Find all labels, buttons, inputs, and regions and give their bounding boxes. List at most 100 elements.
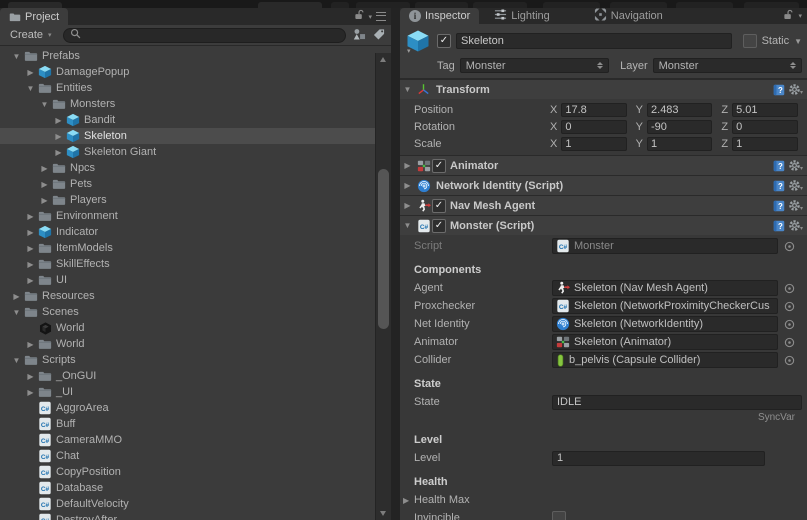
search-by-label-icon[interactable]: [373, 28, 385, 43]
scroll-up-icon[interactable]: [380, 57, 387, 62]
position-y-field[interactable]: [647, 102, 713, 117]
animator-object-field[interactable]: Skeleton (Animator): [552, 334, 778, 350]
object-picker-icon[interactable]: [784, 355, 795, 366]
tree-item-entities[interactable]: ▼ Entities: [0, 80, 391, 96]
gear-icon[interactable]: ▾: [788, 219, 803, 232]
tree-item-chat[interactable]: C# Chat: [0, 448, 391, 464]
tree-item-scenes[interactable]: ▼ Scenes: [0, 304, 391, 320]
gameobject-icon[interactable]: ▾: [406, 29, 432, 55]
static-checkbox[interactable]: [742, 34, 757, 48]
component-header-animator[interactable]: ▶ ✓ Animator? ▾: [400, 155, 807, 175]
tree-item-database[interactable]: C# Database: [0, 480, 391, 496]
foldout-closed-icon[interactable]: ▶: [24, 276, 37, 285]
foldout-closed-icon[interactable]: ▶: [24, 212, 37, 221]
tag-dropdown[interactable]: Monster: [459, 58, 610, 73]
scale-y-field[interactable]: [647, 136, 713, 151]
lock-icon[interactable]: [783, 9, 794, 24]
foldout-closed-icon[interactable]: ▶: [52, 132, 65, 141]
script-object-field[interactable]: C# Monster: [552, 238, 778, 254]
tree-item-destroyafter[interactable]: C#DestroyAfter: [0, 512, 391, 520]
gameobject-name-input[interactable]: [456, 33, 732, 49]
agent-object-field[interactable]: Skeleton (Nav Mesh Agent): [552, 280, 778, 296]
foldout-closed-icon[interactable]: ▶: [24, 244, 37, 253]
panel-divider[interactable]: [391, 8, 400, 520]
tab-navigation[interactable]: Navigation: [585, 8, 672, 24]
tree-item-ui[interactable]: ▶ _UI: [0, 384, 391, 400]
foldout-closed-icon[interactable]: ▶: [52, 148, 65, 157]
invincible-checkbox[interactable]: [552, 511, 566, 520]
static-dropdown-icon[interactable]: ▼: [794, 37, 802, 46]
rotation-z-field[interactable]: [732, 119, 799, 134]
foldout-closed-icon[interactable]: ▶: [38, 164, 51, 173]
help-icon[interactable]: ?: [773, 160, 785, 172]
foldout-open-icon[interactable]: ▼: [400, 85, 415, 94]
collider-object-field[interactable]: b_pelvis (Capsule Collider): [552, 352, 778, 368]
scale-x-field[interactable]: [561, 136, 627, 151]
tree-item-aggroarea[interactable]: C# AggroArea: [0, 400, 391, 416]
foldout-closed-icon[interactable]: ▶: [10, 292, 23, 301]
tree-item-buff[interactable]: C# Buff: [0, 416, 391, 432]
foldout-closed-icon[interactable]: ▶: [24, 228, 37, 237]
create-button[interactable]: Create ▾: [6, 28, 56, 42]
foldout-open-icon[interactable]: ▼: [400, 221, 415, 230]
tree-item-pets[interactable]: ▶ Pets: [0, 176, 391, 192]
help-icon[interactable]: ?: [773, 180, 785, 192]
tree-item-ongui[interactable]: ▶ _OnGUI: [0, 368, 391, 384]
scrollbar-thumb[interactable]: [378, 169, 390, 329]
component-enabled-checkbox[interactable]: ✓: [432, 158, 446, 173]
rotation-y-field[interactable]: [647, 119, 713, 134]
component-enabled-checkbox[interactable]: ✓: [432, 198, 446, 213]
gear-icon[interactable]: ▾: [788, 83, 803, 96]
object-picker-icon[interactable]: [784, 241, 795, 252]
level-input[interactable]: [552, 450, 765, 466]
net-identity-object-field[interactable]: Skeleton (NetworkIdentity): [552, 316, 778, 332]
tree-item-players[interactable]: ▶ Players: [0, 192, 391, 208]
tree-item-resources[interactable]: ▶ Resources: [0, 288, 391, 304]
rotation-x-field[interactable]: [561, 119, 627, 134]
panel-menu-arrow-icon[interactable]: ▾: [798, 12, 802, 20]
layer-dropdown[interactable]: Monster: [652, 58, 802, 73]
foldout-closed-icon[interactable]: ▶: [24, 388, 37, 397]
foldout-open-icon[interactable]: ▼: [24, 84, 37, 93]
tree-item-ui[interactable]: ▶ UI: [0, 272, 391, 288]
position-x-field[interactable]: [561, 102, 627, 117]
object-picker-icon[interactable]: [784, 337, 795, 348]
foldout-closed-icon[interactable]: ▶: [24, 68, 37, 77]
position-z-field[interactable]: [732, 102, 799, 117]
tree-item-skilleffects[interactable]: ▶ SkillEffects: [0, 256, 391, 272]
foldout-closed-icon[interactable]: ▶: [403, 496, 409, 505]
active-checkbox[interactable]: ✓: [437, 34, 451, 48]
panel-menu-icon[interactable]: [376, 12, 387, 21]
component-header-network-identity-script[interactable]: ▶ Network Identity (Script)? ▾: [400, 175, 807, 195]
proxchecker-object-field[interactable]: C# Skeleton (NetworkProximityCheckerCus: [552, 298, 778, 314]
foldout-closed-icon[interactable]: ▶: [24, 372, 37, 381]
foldout-open-icon[interactable]: ▼: [10, 308, 23, 317]
tree-item-prefabs[interactable]: ▼ Prefabs: [0, 48, 391, 64]
tree-item-indicator[interactable]: ▶ Indicator: [0, 224, 391, 240]
tree-item-camerammo[interactable]: C# CameraMMO: [0, 432, 391, 448]
tab-inspector[interactable]: i Inspector: [400, 8, 480, 24]
component-header-transform[interactable]: ▼ Transform? ▾: [400, 79, 807, 99]
foldout-open-icon[interactable]: ▼: [38, 100, 51, 109]
gear-icon[interactable]: ▾: [788, 199, 803, 212]
object-picker-icon[interactable]: [784, 319, 795, 330]
lock-icon[interactable]: [354, 9, 365, 24]
object-picker-icon[interactable]: [784, 301, 795, 312]
foldout-closed-icon[interactable]: ▶: [400, 201, 415, 210]
tree-item-world[interactable]: World: [0, 320, 391, 336]
tree-item-scripts[interactable]: ▼ Scripts: [0, 352, 391, 368]
panel-menu-arrow-icon[interactable]: ▾: [369, 13, 373, 21]
foldout-closed-icon[interactable]: ▶: [52, 116, 65, 125]
gear-icon[interactable]: ▾: [788, 159, 803, 172]
tree-item-skeleton-giant[interactable]: ▶ Skeleton Giant: [0, 144, 391, 160]
tab-project[interactable]: Project: [0, 8, 69, 25]
scroll-down-icon[interactable]: [380, 511, 387, 516]
gear-icon[interactable]: ▾: [788, 179, 803, 192]
tree-item-bandit[interactable]: ▶ Bandit: [0, 112, 391, 128]
component-header-monster-script[interactable]: ▼ C# ✓ Monster (Script)? ▾: [400, 215, 807, 235]
foldout-closed-icon[interactable]: ▶: [38, 180, 51, 189]
search-input[interactable]: [84, 28, 340, 42]
component-enabled-checkbox[interactable]: ✓: [432, 218, 446, 233]
tree-item-world[interactable]: ▶ World: [0, 336, 391, 352]
search-box[interactable]: [62, 27, 347, 43]
